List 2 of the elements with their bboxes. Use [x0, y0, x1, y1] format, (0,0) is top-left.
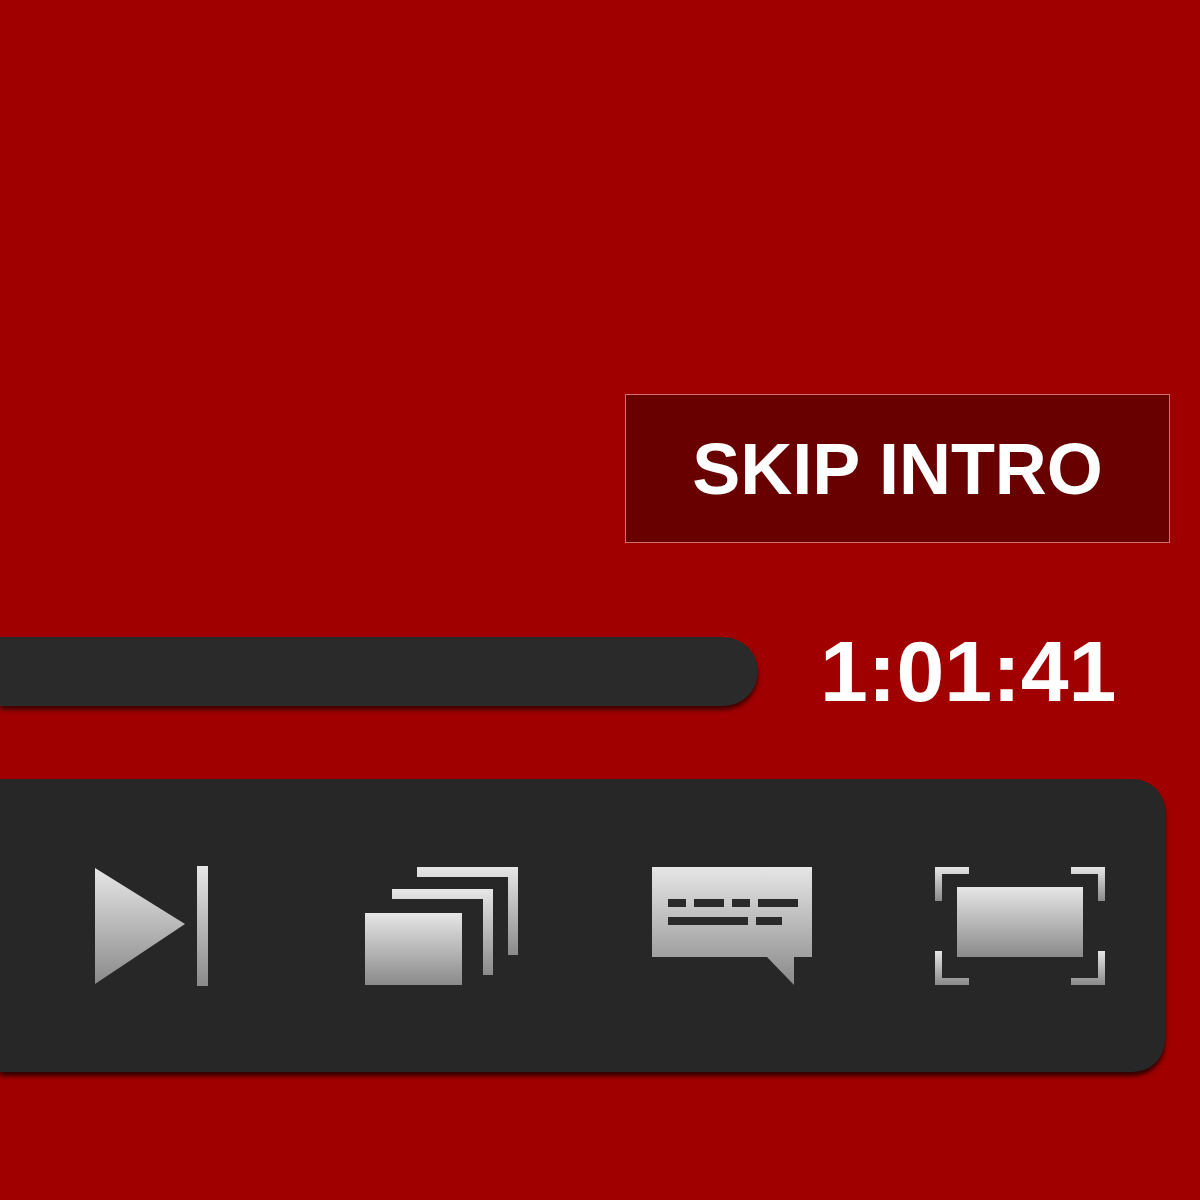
skip-intro-button[interactable]: SKIP INTRO: [625, 394, 1170, 543]
time-remaining: 1:01:41: [820, 628, 1117, 714]
